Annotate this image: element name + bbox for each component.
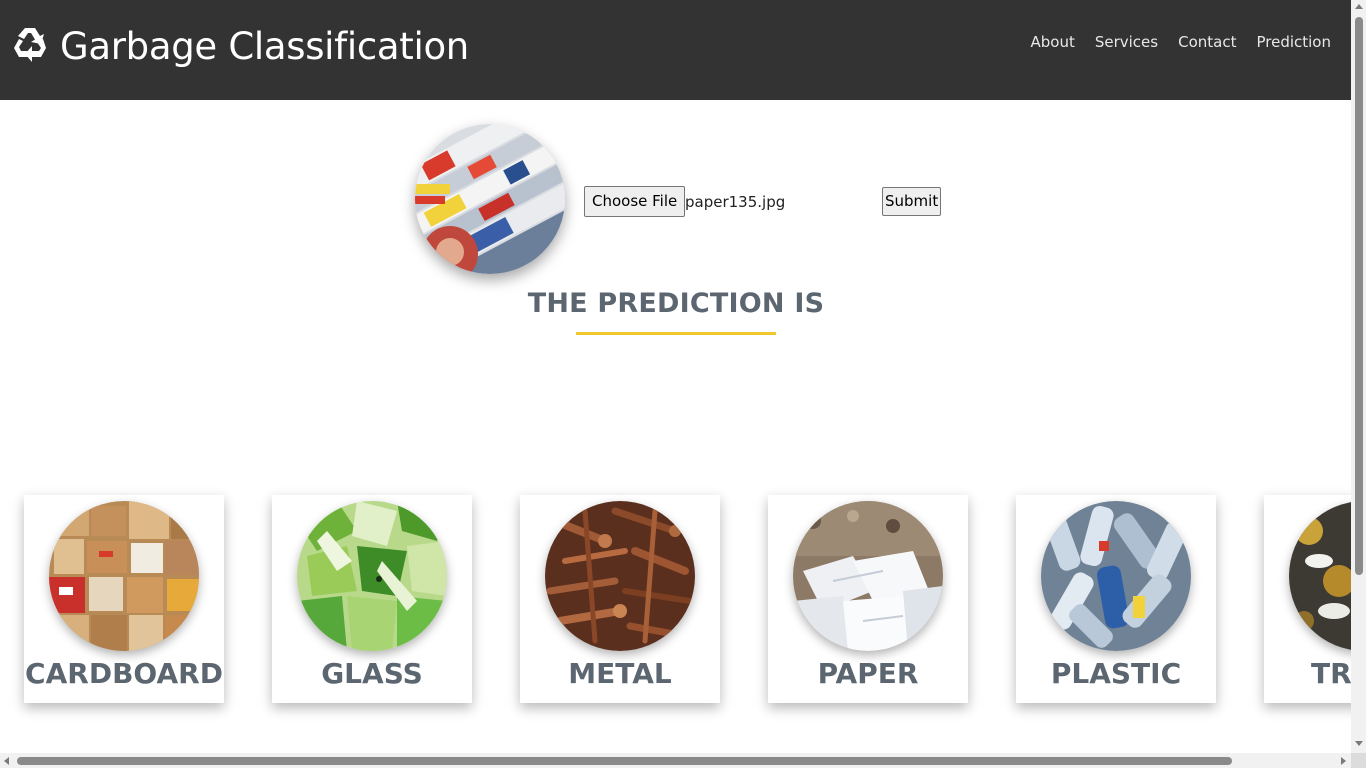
scroll-down-icon[interactable] <box>1355 741 1363 746</box>
category-label: GLASS <box>321 657 423 690</box>
scroll-up-icon[interactable] <box>1355 4 1363 9</box>
nav-contact[interactable]: Contact <box>1178 33 1236 51</box>
glass-image <box>297 501 447 651</box>
submit-button[interactable]: Submit <box>882 187 942 216</box>
uploaded-preview-image <box>415 124 565 274</box>
recycle-icon <box>14 28 46 62</box>
scrollbar-corner <box>1351 753 1366 768</box>
choose-file-button[interactable]: Choose File <box>584 186 686 217</box>
horizontal-scrollbar[interactable] <box>0 753 1351 768</box>
navbar: Garbage Classification About Services Co… <box>0 0 1351 100</box>
brand[interactable]: Garbage Classification <box>10 24 469 68</box>
category-label: CARDBOARD <box>25 657 223 690</box>
nav-prediction[interactable]: Prediction <box>1256 33 1331 51</box>
plastic-image <box>1041 501 1191 651</box>
category-label: PLASTIC <box>1050 657 1182 690</box>
category-card-plastic[interactable]: PLASTIC <box>1016 495 1216 703</box>
category-card-metal[interactable]: METAL <box>520 495 720 703</box>
vertical-scroll-thumb[interactable] <box>1355 17 1363 575</box>
category-card-trash[interactable]: TRASH <box>1264 495 1351 703</box>
trash-image <box>1289 501 1351 651</box>
paper-image <box>793 501 943 651</box>
category-label: PAPER <box>817 657 919 690</box>
metal-image <box>545 501 695 651</box>
page-viewport: Garbage Classification About Services Co… <box>0 0 1351 753</box>
nav-about[interactable]: About <box>1030 33 1074 51</box>
category-card-cardboard[interactable]: CARDBOARD <box>24 495 224 703</box>
brand-title: Garbage Classification <box>60 24 469 68</box>
heading-underline <box>576 332 776 335</box>
category-card-glass[interactable]: GLASS <box>272 495 472 703</box>
newspaper-image <box>415 124 565 274</box>
cardboard-image <box>49 501 199 651</box>
category-label: METAL <box>568 657 672 690</box>
horizontal-scroll-thumb[interactable] <box>17 757 1232 765</box>
nav-services[interactable]: Services <box>1095 33 1158 51</box>
prediction-heading: THE PREDICTION IS <box>527 288 825 319</box>
nav-links: About Services Contact Prediction <box>1010 33 1331 51</box>
scroll-left-icon[interactable] <box>4 757 9 765</box>
category-card-paper[interactable]: PAPER <box>768 495 968 703</box>
vertical-scrollbar[interactable] <box>1351 0 1366 753</box>
category-label: TRASH <box>1311 657 1351 690</box>
selected-file-name: paper135.jpg <box>685 193 786 211</box>
scroll-right-icon[interactable] <box>1341 757 1346 765</box>
